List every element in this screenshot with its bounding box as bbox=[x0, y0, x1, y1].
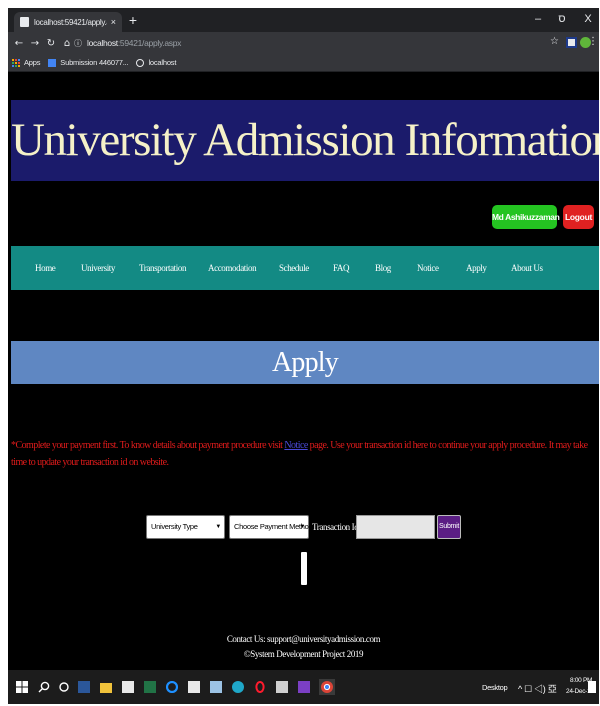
globe-icon bbox=[136, 58, 145, 67]
web-page: University Admission Information Md Ashi… bbox=[8, 73, 599, 670]
chevron-down-icon: ▼ bbox=[299, 524, 305, 530]
address-host: localhost bbox=[87, 38, 118, 48]
app-icon-round[interactable] bbox=[232, 681, 244, 693]
word-icon[interactable] bbox=[78, 681, 90, 693]
menu-kebab-icon[interactable]: ⋮ bbox=[588, 36, 598, 47]
bookmark-label: Apps bbox=[24, 58, 41, 67]
windows-start-icon[interactable] bbox=[16, 681, 28, 693]
site-info-icon[interactable]: ⓘ bbox=[74, 38, 82, 49]
tab-strip: localhost:59421/apply.aspx × + – ס X bbox=[8, 8, 599, 32]
university-type-value: University Type bbox=[151, 522, 198, 531]
reload-icon[interactable]: ↻ bbox=[44, 38, 58, 49]
chrome-icon[interactable] bbox=[319, 679, 335, 695]
nav-university[interactable]: University bbox=[81, 246, 115, 290]
payment-method-select[interactable]: Choose Payment Method ▼ bbox=[229, 515, 313, 539]
footer-copyright: ©System Development Project 2019 bbox=[243, 649, 364, 659]
nav-blog[interactable]: Blog bbox=[375, 246, 391, 290]
main-nav: Home University Transportation Accomodat… bbox=[11, 246, 599, 290]
new-tab-button[interactable]: + bbox=[126, 12, 140, 28]
minimize-button[interactable]: – bbox=[529, 13, 547, 25]
transaction-id-input[interactable] bbox=[356, 515, 435, 539]
address-path: :59421/apply.aspx bbox=[117, 38, 182, 48]
bookmark-star-icon[interactable]: ☆ bbox=[550, 36, 559, 47]
bookmark-label: localhost bbox=[148, 58, 177, 67]
bookmark-submission[interactable]: Submission 446077... bbox=[48, 58, 129, 67]
nav-home[interactable]: Home bbox=[35, 246, 56, 290]
notice-link[interactable]: Notice bbox=[284, 440, 308, 451]
nav-accomodation[interactable]: Accomodation bbox=[208, 246, 257, 290]
app-icon[interactable] bbox=[188, 681, 200, 693]
site-footer: Contact Us: support@universityadmission.… bbox=[8, 632, 599, 662]
bookmarks-bar: Apps Submission 446077... localhost bbox=[8, 54, 599, 72]
media-icon[interactable] bbox=[210, 681, 222, 693]
tab-title: localhost:59421/apply.aspx bbox=[34, 17, 107, 27]
home-icon[interactable]: ⌂ bbox=[60, 38, 74, 49]
browser-toolbar: ← → ↻ ⌂ ⓘ localhost :59421/apply.aspx ☆ … bbox=[8, 32, 599, 54]
nav-notice[interactable]: Notice bbox=[417, 246, 439, 290]
apply-heading: Apply bbox=[11, 341, 599, 384]
browser-tab[interactable]: localhost:59421/apply.aspx × bbox=[14, 12, 122, 32]
nav-about-us[interactable]: About Us bbox=[511, 246, 543, 290]
edge-icon[interactable] bbox=[166, 681, 178, 693]
bookmark-apps[interactable]: Apps bbox=[12, 58, 41, 67]
terminal-icon[interactable] bbox=[276, 681, 288, 693]
payment-notice: *Complete your payment first. To know de… bbox=[11, 437, 595, 471]
nav-apply[interactable]: Apply bbox=[466, 246, 487, 290]
notification-icon[interactable] bbox=[588, 681, 596, 693]
close-window-button[interactable]: X bbox=[579, 13, 597, 25]
opera-icon[interactable] bbox=[254, 681, 266, 693]
nav-transportation[interactable]: Transportation bbox=[139, 246, 186, 290]
folder-icon[interactable] bbox=[100, 683, 112, 693]
extension-icon[interactable] bbox=[566, 37, 577, 48]
apps-grid-icon bbox=[12, 58, 20, 67]
back-icon[interactable]: ← bbox=[12, 38, 26, 49]
transaction-id-label: Transaction Id: bbox=[312, 522, 361, 532]
windows-taskbar: Desktop ^ ☐ ◁) 亞 8:00 PM 24-Dec-19 bbox=[8, 670, 599, 704]
tab-close-icon[interactable]: × bbox=[111, 17, 116, 27]
logout-button[interactable]: Logout bbox=[563, 205, 594, 229]
user-profile-button[interactable]: Md Ashikuzzaman bbox=[492, 205, 560, 229]
bookmark-label: Submission 446077... bbox=[60, 58, 129, 67]
tray-icons[interactable]: ^ ☐ ◁) 亞 bbox=[518, 682, 557, 695]
footer-contact: Contact Us: support@universityadmission.… bbox=[226, 634, 381, 644]
store-icon[interactable] bbox=[122, 681, 134, 693]
visual-studio-icon[interactable] bbox=[298, 681, 310, 693]
validation-indicator bbox=[301, 552, 307, 585]
nav-schedule[interactable]: Schedule bbox=[279, 246, 309, 290]
excel-icon[interactable] bbox=[144, 681, 156, 693]
site-title-banner: University Admission Information bbox=[11, 100, 599, 181]
submission-icon bbox=[48, 58, 57, 67]
forward-icon[interactable]: → bbox=[28, 38, 42, 49]
address-bar[interactable]: ⓘ localhost :59421/apply.aspx bbox=[74, 35, 554, 51]
submit-button[interactable]: Submit bbox=[437, 515, 461, 539]
cortana-icon[interactable] bbox=[58, 681, 70, 693]
desktop-label[interactable]: Desktop bbox=[482, 683, 508, 692]
maximize-button[interactable]: ס bbox=[553, 13, 571, 25]
browser-window: localhost:59421/apply.aspx × + – ס X ← →… bbox=[8, 8, 599, 704]
nav-faq[interactable]: FAQ bbox=[333, 246, 350, 290]
bookmark-localhost[interactable]: localhost bbox=[136, 58, 176, 67]
search-icon[interactable] bbox=[38, 681, 50, 693]
page-favicon-icon bbox=[20, 17, 29, 27]
notice-text-prefix: *Complete your payment first. To know de… bbox=[11, 440, 285, 451]
university-type-select[interactable]: University Type ▼ bbox=[146, 515, 225, 539]
chevron-down-icon: ▼ bbox=[215, 524, 221, 530]
